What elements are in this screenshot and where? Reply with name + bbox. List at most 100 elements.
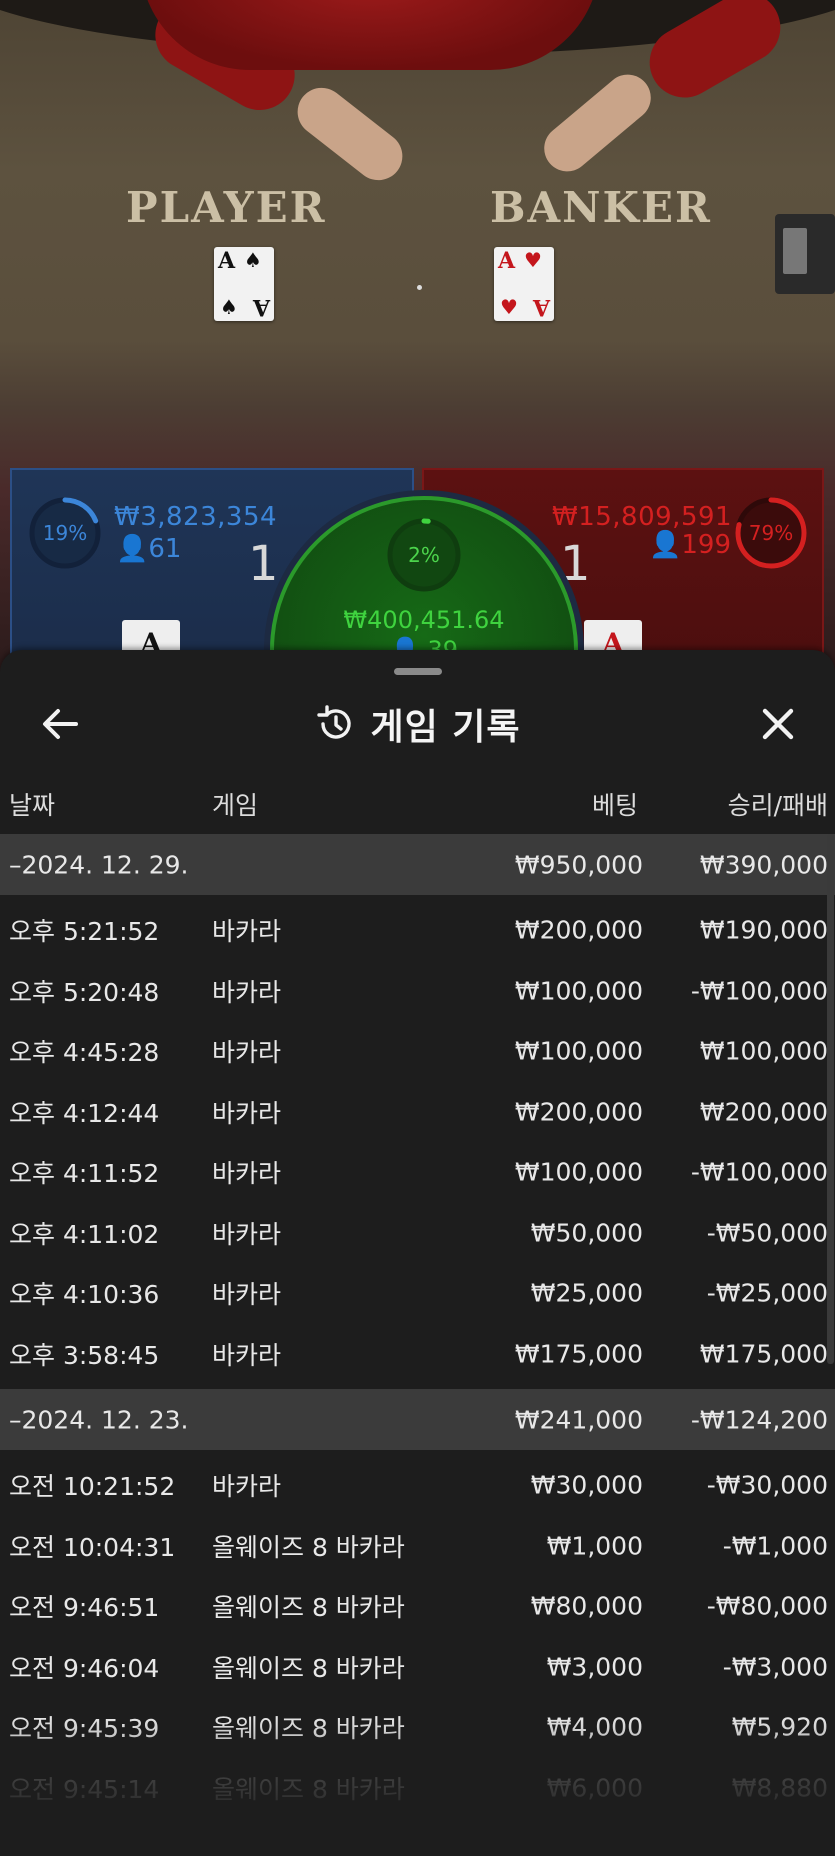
row-result: ₩200,000 — [699, 1097, 828, 1127]
date-group-header[interactable]: –2024. 12. 23. ₩241,000 -₩124,200 — [0, 1389, 835, 1450]
tie-percent-ring: 2% — [385, 516, 463, 594]
row-result: ₩175,000 — [699, 1339, 828, 1369]
player-percent-ring: 19% — [28, 496, 102, 570]
row-result: ₩5,920 — [731, 1712, 828, 1742]
close-icon — [762, 708, 794, 740]
shoe-slot — [783, 228, 807, 274]
row-time: 오전 10:21:52 — [9, 1472, 176, 1502]
table-marker — [417, 285, 422, 290]
history-row[interactable]: 오후 3:58:45 바카라 ₩175,000 ₩175,000 — [0, 1324, 835, 1385]
row-time: 오전 10:04:31 — [9, 1532, 176, 1562]
player-card: A ♠ ♠ A — [214, 247, 274, 321]
group-total-bet: ₩950,000 — [514, 850, 643, 879]
row-bet: ₩200,000 — [514, 915, 643, 945]
row-time: 오후 4:45:28 — [9, 1038, 160, 1068]
row-game: 바카라 — [212, 1219, 282, 1249]
row-bet: ₩3,000 — [546, 1652, 643, 1682]
banker-card: A ♥ ♥ A — [494, 247, 554, 321]
row-bet: ₩200,000 — [514, 1097, 643, 1127]
person-icon: 👤 — [649, 530, 682, 560]
row-game: 올웨이즈 8 바카라 — [212, 1774, 405, 1804]
heart-icon: ♥ — [500, 295, 518, 319]
history-row[interactable]: 오후 4:45:28 바카라 ₩100,000 ₩100,000 — [0, 1021, 835, 1082]
row-time: 오후 5:21:52 — [9, 917, 160, 947]
player-percent: 19% — [42, 521, 88, 545]
history-row[interactable]: 오후 5:20:48 바카라 ₩100,000 -₩100,000 — [0, 961, 835, 1022]
row-bet: ₩4,000 — [546, 1712, 643, 1742]
history-column-headers: 날짜 게임 베팅 승리/패배 — [0, 786, 835, 820]
history-row[interactable]: 오후 4:12:44 바카라 ₩200,000 ₩200,000 — [0, 1082, 835, 1143]
history-row[interactable]: 오전 10:21:52 바카라 ₩30,000 -₩30,000 — [0, 1455, 835, 1516]
sheet-drag-handle[interactable] — [394, 668, 442, 675]
row-bet: ₩100,000 — [514, 1036, 643, 1066]
close-button[interactable] — [750, 696, 806, 752]
history-list[interactable]: –2024. 12. 29. ₩950,000 ₩390,000 오후 5:21… — [0, 834, 835, 1818]
row-time: 오전 9:45:14 — [9, 1774, 160, 1804]
row-result: -₩100,000 — [690, 976, 828, 1006]
row-game: 올웨이즈 8 바카라 — [212, 1714, 405, 1744]
row-result: -₩1,000 — [722, 1531, 828, 1561]
tie-bet-amount: ₩400,451.64 — [343, 606, 505, 634]
row-bet: ₩100,000 — [514, 976, 643, 1006]
row-bet: ₩175,000 — [514, 1339, 643, 1369]
game-history-sheet: 게임 기록 날짜 게임 베팅 승리/패배 –2024. 12. 29. ₩950… — [0, 650, 835, 1856]
history-row[interactable]: 오전 9:46:51 올웨이즈 8 바카라 ₩80,000 -₩80,000 — [0, 1576, 835, 1637]
spade-icon: ♠ — [220, 295, 238, 319]
sheet-header: 게임 기록 — [0, 696, 835, 752]
row-bet: ₩1,000 — [546, 1531, 643, 1561]
group-total-result: ₩390,000 — [699, 850, 828, 879]
banker-bet-amount: ₩15,809,591 — [552, 502, 733, 532]
column-bet: 베팅 — [591, 791, 638, 820]
dealer-arm — [534, 65, 661, 181]
card-rank: A — [218, 248, 236, 274]
row-time: 오후 3:58:45 — [9, 1340, 160, 1370]
history-row[interactable]: 오전 9:46:04 올웨이즈 8 바카라 ₩3,000 -₩3,000 — [0, 1637, 835, 1698]
history-scrollbar[interactable] — [827, 834, 834, 1364]
history-row[interactable]: 오전 9:45:39 올웨이즈 8 바카라 ₩4,000 ₩5,920 — [0, 1697, 835, 1758]
history-row[interactable]: 오후 4:11:02 바카라 ₩50,000 -₩50,000 — [0, 1203, 835, 1264]
row-game: 올웨이즈 8 바카라 — [212, 1532, 405, 1562]
date-group-header[interactable]: –2024. 12. 29. ₩950,000 ₩390,000 — [0, 834, 835, 895]
row-time: 오후 4:11:52 — [9, 1159, 160, 1189]
row-time: 오전 9:46:04 — [9, 1653, 160, 1683]
row-time: 오후 4:10:36 — [9, 1280, 160, 1310]
history-row[interactable]: 오후 5:21:52 바카라 ₩200,000 ₩190,000 — [0, 900, 835, 961]
column-result: 승리/패배 — [727, 791, 828, 820]
row-time: 오후 4:11:02 — [9, 1219, 160, 1249]
group-date: –2024. 12. 23. — [9, 1405, 189, 1434]
row-result: -₩25,000 — [706, 1278, 828, 1308]
history-row[interactable]: 오전 10:04:31 올웨이즈 8 바카라 ₩1,000 -₩1,000 — [0, 1516, 835, 1577]
history-row[interactable]: 오후 4:11:52 바카라 ₩100,000 -₩100,000 — [0, 1142, 835, 1203]
row-game: 올웨이즈 8 바카라 — [212, 1653, 405, 1683]
row-result: ₩190,000 — [699, 915, 828, 945]
spade-icon: ♠ — [244, 248, 262, 272]
group-total-result: -₩124,200 — [690, 1405, 828, 1434]
history-row[interactable]: 오전 9:45:14 올웨이즈 8 바카라 ₩6,000 ₩8,880 — [0, 1758, 835, 1819]
player-bet-amount: ₩3,823,354 — [114, 502, 278, 532]
history-row[interactable]: 오후 4:10:36 바카라 ₩25,000 -₩25,000 — [0, 1263, 835, 1324]
column-game: 게임 — [212, 791, 259, 820]
live-table-video: PLAYER BANKER A ♠ ♠ A A ♥ ♥ A 19% ₩3,823… — [0, 0, 835, 680]
heart-icon: ♥ — [524, 248, 542, 272]
row-bet: ₩25,000 — [530, 1278, 643, 1308]
row-bet: ₩80,000 — [530, 1591, 643, 1621]
card-shoe — [775, 214, 835, 294]
history-icon — [314, 703, 356, 745]
row-time: 오후 5:20:48 — [9, 977, 160, 1007]
dealer-arm — [287, 78, 413, 190]
row-bet: ₩30,000 — [530, 1470, 643, 1500]
banker-bettor-count: 👤199 — [649, 530, 731, 560]
row-game: 올웨이즈 8 바카라 — [212, 1593, 405, 1623]
row-time: 오전 9:46:51 — [9, 1593, 160, 1623]
row-game: 바카라 — [212, 1038, 282, 1068]
row-result: -₩100,000 — [690, 1157, 828, 1187]
player-people-value: 61 — [148, 534, 182, 564]
row-time: 오전 9:45:39 — [9, 1714, 160, 1744]
row-game: 바카라 — [212, 1098, 282, 1128]
card-rank: A — [252, 294, 270, 320]
dealer — [140, 0, 600, 70]
banker-table-label: BANKER — [490, 183, 712, 232]
group-date: –2024. 12. 29. — [9, 850, 189, 879]
player-table-label: PLAYER — [126, 183, 327, 232]
row-game: 바카라 — [212, 917, 282, 947]
